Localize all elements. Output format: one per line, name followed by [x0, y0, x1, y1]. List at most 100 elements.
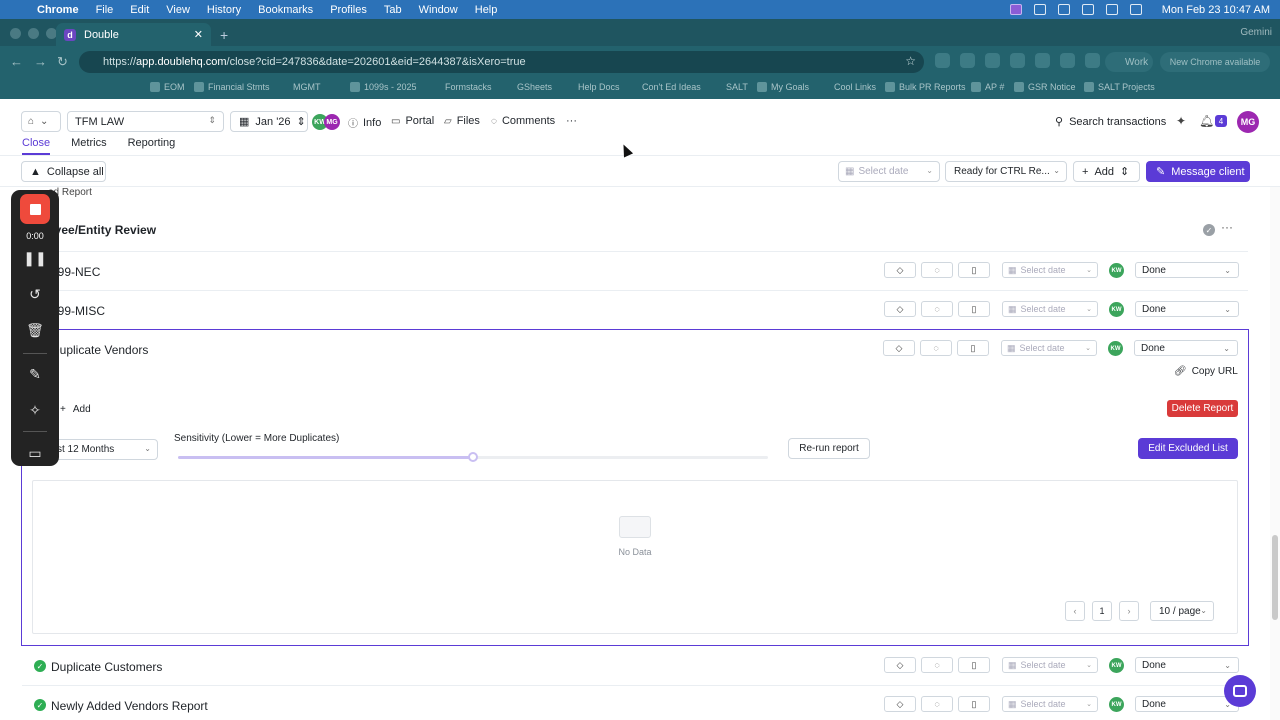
back-icon[interactable]: ←: [10, 54, 23, 69]
screen-record-icon[interactable]: [1009, 4, 1022, 15]
bookmark-item[interactable]: Bulk PR Reports: [885, 82, 966, 92]
assignee-avatar[interactable]: KW: [1108, 341, 1123, 356]
extension-icon[interactable]: [1035, 53, 1050, 68]
page-number[interactable]: 1: [1092, 601, 1112, 621]
lookback-period-select[interactable]: st 12 Months ⌄: [46, 439, 158, 460]
menu-help[interactable]: Help: [475, 4, 498, 16]
tag-icon[interactable]: ◇: [884, 262, 916, 278]
section-header[interactable]: ayee/Entity Review ✓ ···: [22, 209, 1248, 252]
task-date-picker[interactable]: ▦ Select date ⌄: [1002, 301, 1098, 317]
bookmark-item[interactable]: 1099s - 2025: [350, 82, 417, 92]
more-menu-icon[interactable]: ···: [1221, 220, 1233, 234]
task-row[interactable]: Duplicate Vendors ◇ ◌ ▯ ▦ Select date ⌄ KW…: [22, 330, 1247, 369]
menu-file[interactable]: File: [96, 4, 114, 16]
task-status-dropdown[interactable]: Done ⌄: [1135, 301, 1239, 317]
bookmark-item[interactable]: Financial Stmts: [194, 82, 270, 92]
bookmark-item[interactable]: GSR Notice: [1014, 82, 1076, 92]
extension-icon[interactable]: [935, 53, 950, 68]
status-dropdown[interactable]: Ready for CTRL Re... ⌄: [945, 161, 1067, 182]
status-app-icon[interactable]: [1081, 4, 1094, 15]
close-window-button[interactable]: [10, 28, 21, 39]
document-icon[interactable]: ▯: [958, 696, 990, 712]
user-avatar[interactable]: MG: [1237, 111, 1259, 133]
menu-clock[interactable]: Mon Feb 23 10:47 AM: [1162, 4, 1270, 16]
bookmark-item[interactable]: GSheets: [517, 82, 552, 92]
bookmark-star-icon[interactable]: ☆: [905, 54, 916, 68]
task-date-picker[interactable]: ▦ Select date ⌄: [1002, 262, 1098, 278]
comment-icon[interactable]: ◌: [920, 340, 952, 356]
document-icon[interactable]: ▯: [958, 301, 990, 317]
bookmark-item[interactable]: My Goals: [757, 82, 809, 92]
add-button[interactable]: + Add ⇕: [1073, 161, 1140, 182]
task-row[interactable]: ✓ Duplicate Customers ◇ ◌ ▯ ▦ Select date…: [22, 647, 1248, 686]
menu-edit[interactable]: Edit: [130, 4, 149, 16]
status-app-icon[interactable]: [1057, 4, 1070, 15]
camera-icon[interactable]: ▭: [11, 445, 59, 462]
menu-app-name[interactable]: Chrome: [37, 4, 79, 16]
address-bar[interactable]: https://app.doublehq.com/close?cid=24783…: [79, 51, 924, 73]
task-status-dropdown[interactable]: Done ⌄: [1135, 262, 1239, 278]
client-selector[interactable]: TFM LAW ⇕: [67, 111, 224, 132]
menu-window[interactable]: Window: [419, 4, 458, 16]
message-client-button[interactable]: ✎ Message client: [1146, 161, 1250, 182]
sparkle-icon[interactable]: ✦: [1176, 114, 1186, 128]
menu-view[interactable]: View: [166, 4, 190, 16]
rerun-report-button[interactable]: Re-run report: [788, 438, 870, 459]
tab-metrics[interactable]: Metrics: [71, 137, 106, 155]
prev-page-button[interactable]: ‹: [1065, 601, 1085, 621]
status-app-icon[interactable]: [1033, 4, 1046, 15]
more-menu-icon[interactable]: ···: [566, 115, 577, 127]
extension-icon[interactable]: [1060, 53, 1075, 68]
tab-close[interactable]: Close: [22, 137, 51, 155]
bookmark-item[interactable]: AP #: [971, 82, 1004, 92]
comment-icon[interactable]: ◌: [921, 657, 953, 673]
sensitivity-slider-filled[interactable]: [178, 456, 473, 459]
copy-url-button[interactable]: 🔗︎ Copy URL: [1174, 366, 1238, 377]
forward-icon[interactable]: →: [34, 54, 47, 69]
document-icon[interactable]: ▯: [957, 340, 989, 356]
comment-icon[interactable]: ◌: [921, 696, 953, 712]
tag-icon[interactable]: ◇: [884, 301, 916, 317]
stop-recording-button[interactable]: [20, 194, 50, 224]
menu-profiles[interactable]: Profiles: [330, 4, 367, 16]
comment-icon[interactable]: ◌: [921, 262, 953, 278]
bookmark-item[interactable]: MGMT: [293, 82, 321, 92]
document-icon[interactable]: ▯: [958, 657, 990, 673]
info-link[interactable]: ⓘ Info: [348, 115, 381, 131]
tab-reporting[interactable]: Reporting: [128, 137, 176, 155]
chat-launcher-button[interactable]: [1224, 675, 1256, 707]
new-tab-icon[interactable]: +: [220, 27, 228, 43]
task-date-picker[interactable]: ▦ Select date ⌄: [1001, 340, 1097, 356]
edit-excluded-list-button[interactable]: Edit Excluded List: [1138, 438, 1238, 459]
browser-tab[interactable]: d Double ✕: [56, 23, 211, 46]
tag-icon[interactable]: ◇: [883, 340, 915, 356]
menu-history[interactable]: History: [207, 4, 241, 16]
assignee-avatar[interactable]: KW: [1109, 697, 1124, 712]
avatar[interactable]: MG: [324, 114, 340, 130]
assignee-avatar[interactable]: KW: [1109, 658, 1124, 673]
bookmark-item[interactable]: Con't Ed Ideas: [642, 82, 701, 92]
document-icon[interactable]: ▯: [958, 262, 990, 278]
page-scrollbar[interactable]: [1270, 187, 1280, 720]
period-selector[interactable]: ▦ Jan '26 ⇕: [230, 111, 308, 132]
bookmark-item[interactable]: Formstacks: [445, 82, 492, 92]
comment-icon[interactable]: ◌: [921, 301, 953, 317]
profile-chip[interactable]: Work: [1105, 52, 1153, 72]
bell-icon[interactable]: 🔔︎: [1199, 114, 1214, 128]
effects-icon[interactable]: ✧: [11, 402, 59, 419]
task-date-picker[interactable]: ▦ Select date ⌄: [1002, 696, 1098, 712]
task-status-dropdown[interactable]: Done ⌄: [1135, 696, 1239, 712]
task-status-dropdown[interactable]: Done ⌄: [1135, 657, 1239, 673]
task-row[interactable]: ✓ Newly Added Vendors Report ◇ ◌ ▯ ▦ Sele…: [22, 686, 1248, 720]
task-date-picker[interactable]: ▦ Select date ⌄: [1002, 657, 1098, 673]
assignee-avatar[interactable]: KW: [1109, 302, 1124, 317]
menu-bookmarks[interactable]: Bookmarks: [258, 4, 313, 16]
tag-icon[interactable]: ◇: [884, 657, 916, 673]
extension-icon[interactable]: [960, 53, 975, 68]
draw-pen-icon[interactable]: ✎: [11, 366, 59, 383]
files-link[interactable]: ▱ Files: [444, 115, 480, 127]
menu-tab[interactable]: Tab: [384, 4, 402, 16]
update-chrome-button[interactable]: New Chrome available: [1160, 52, 1270, 72]
select-date-picker[interactable]: ▦ Select date ⌄: [838, 161, 940, 182]
page-size-select[interactable]: 10 / page ⌄: [1150, 601, 1214, 621]
